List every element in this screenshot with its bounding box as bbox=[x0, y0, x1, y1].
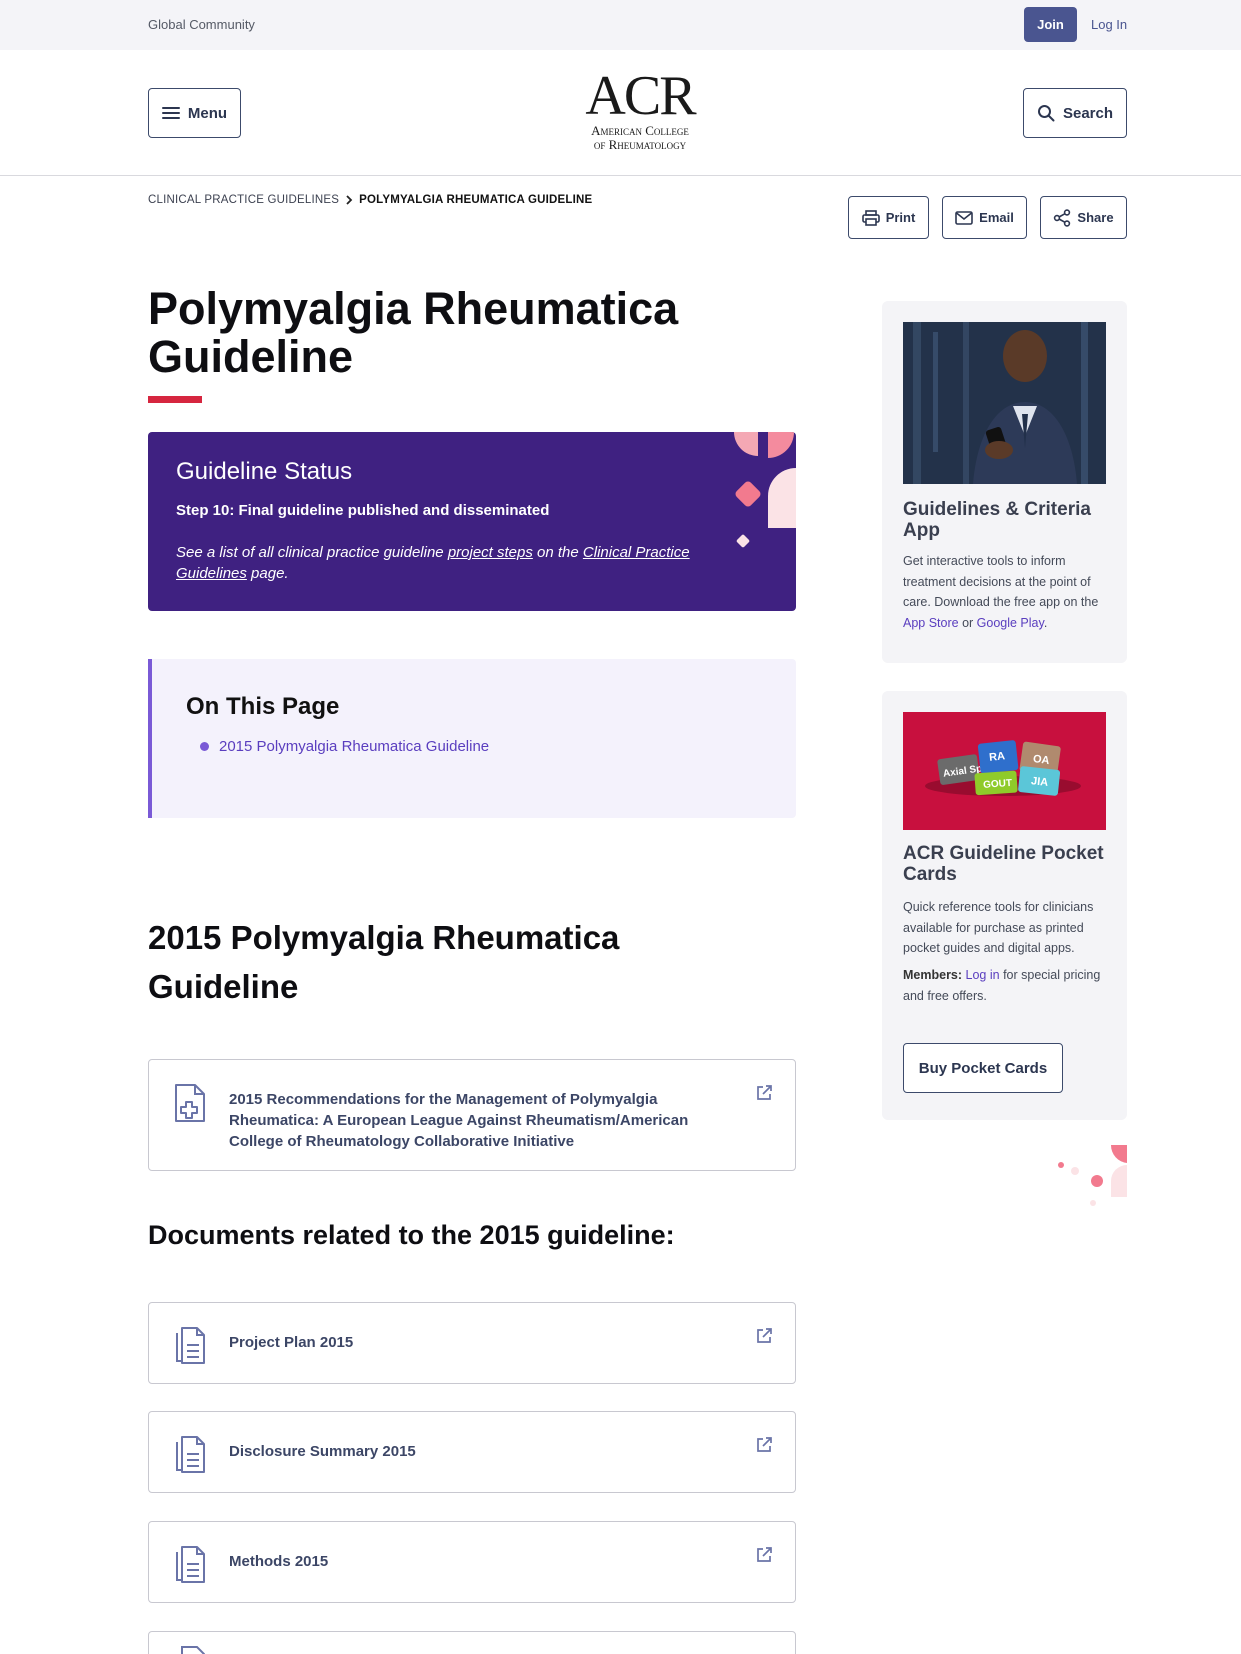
related-document-link[interactable]: Disclosure Summary 2015 bbox=[148, 1411, 796, 1493]
on-this-page-link[interactable]: 2015 Polymyalgia Rheumatica Guideline bbox=[219, 738, 489, 755]
search-icon bbox=[1037, 105, 1055, 122]
breadcrumb-current: POLYMYALGIA RHEUMATICA GUIDELINE bbox=[359, 194, 593, 206]
related-document-link-partial[interactable] bbox=[148, 1631, 796, 1654]
hamburger-icon bbox=[161, 107, 180, 119]
on-this-page: On This Page 2015 Polymyalgia Rheumatica… bbox=[148, 659, 796, 818]
login-link[interactable]: Log In bbox=[1091, 17, 1127, 32]
acr-logo[interactable]: ACR American College of Rheumatology bbox=[570, 68, 710, 152]
menu-label: Menu bbox=[187, 104, 228, 122]
menu-button[interactable]: Menu bbox=[148, 88, 241, 138]
app-end: . bbox=[1043, 615, 1048, 630]
search-button[interactable]: Search bbox=[1023, 88, 1127, 138]
app-text: Get interactive tools to inform treatmen… bbox=[903, 554, 1099, 609]
documents-icon bbox=[176, 1436, 205, 1473]
pocket-cards-title: ACR Guideline Pocket Cards bbox=[903, 843, 1104, 885]
status-note: See a list of all clinical practice guid… bbox=[176, 542, 736, 584]
decorative-shapes bbox=[734, 432, 796, 548]
print-label: Print bbox=[885, 210, 916, 225]
pocket-cards-text: Quick reference tools for clinicians ava… bbox=[903, 900, 1094, 955]
main-document-link[interactable]: 2015 Recommendations for the Management … bbox=[148, 1059, 796, 1171]
note-prefix: See a list of all clinical practice guid… bbox=[176, 544, 448, 561]
section-title: 2015 Polymyalgia Rheumatica Guideline bbox=[148, 919, 620, 1005]
logo-acr: ACR bbox=[585, 65, 696, 127]
on-this-page-heading: On This Page bbox=[186, 693, 340, 720]
share-label: Share bbox=[1077, 210, 1114, 225]
app-card-text: Get interactive tools to inform treatmen… bbox=[903, 551, 1108, 633]
members-login-link[interactable]: Log in bbox=[966, 968, 1000, 982]
related-document-link[interactable]: Methods 2015 bbox=[148, 1521, 796, 1603]
medical-document-icon bbox=[175, 1084, 205, 1122]
note-mid: on the bbox=[532, 544, 583, 561]
breadcrumb: CLINICAL PRACTICE GUIDELINES POLYMYALGIA… bbox=[148, 194, 592, 206]
email-label: Email bbox=[979, 210, 1014, 225]
main-document-title: 2015 Recommendations for the Management … bbox=[229, 1091, 689, 1150]
related-document-link[interactable]: Project Plan 2015 bbox=[148, 1302, 796, 1384]
google-play-link[interactable]: Google Play bbox=[977, 616, 1044, 630]
external-link-icon bbox=[757, 1437, 772, 1452]
guideline-status-panel: Guideline Status Step 10: Final guidelin… bbox=[148, 432, 796, 611]
join-button[interactable]: Join bbox=[1024, 7, 1077, 42]
app-store-link[interactable]: App Store bbox=[903, 616, 959, 630]
utility-bar: Global Community Join Log In bbox=[0, 0, 1241, 50]
pocket-cards-illustration: Axial SpA RA OA GOUT JIA bbox=[903, 712, 1106, 830]
app-or: or bbox=[958, 615, 977, 630]
app-promo-image bbox=[903, 322, 1106, 484]
email-button[interactable]: Email bbox=[942, 196, 1027, 239]
external-link-icon bbox=[757, 1328, 772, 1343]
printer-icon bbox=[861, 209, 880, 226]
decorative-dots bbox=[1058, 1145, 1127, 1206]
tile-gout: GOUT bbox=[983, 778, 1013, 791]
external-link-icon bbox=[757, 1547, 772, 1562]
breadcrumb-parent[interactable]: CLINICAL PRACTICE GUIDELINES bbox=[148, 194, 339, 206]
share-button[interactable]: Share bbox=[1040, 196, 1127, 239]
site-header: Menu ACR American College of Rheumatolog… bbox=[0, 50, 1241, 176]
pocket-cards-card: Axial SpA RA OA GOUT JIA ACR Guideline P… bbox=[882, 691, 1127, 1120]
search-label: Search bbox=[1062, 104, 1114, 122]
envelope-icon bbox=[955, 210, 973, 225]
external-link-icon bbox=[757, 1085, 772, 1100]
app-card-title: Guidelines & Criteria App bbox=[903, 499, 1091, 541]
tile-jia: JIA bbox=[1030, 775, 1048, 789]
related-document-title: Disclosure Summary 2015 bbox=[229, 1443, 416, 1460]
app-promo-card: Guidelines & Criteria App Get interactiv… bbox=[882, 301, 1127, 663]
related-document-title: Project Plan 2015 bbox=[229, 1334, 354, 1351]
pocket-cards-image: Axial SpA RA OA GOUT JIA bbox=[903, 712, 1106, 830]
print-button[interactable]: Print bbox=[848, 196, 929, 239]
note-suffix: page. bbox=[246, 565, 289, 582]
tile-ra: RA bbox=[989, 750, 1006, 764]
documents-icon bbox=[176, 1327, 205, 1364]
pocket-cards-members: Members: Log in for special pricing and … bbox=[903, 965, 1108, 1006]
project-steps-link[interactable]: project steps bbox=[448, 544, 533, 561]
share-icon bbox=[1054, 208, 1071, 227]
related-documents-heading: Documents related to the 2015 guideline: bbox=[148, 1220, 675, 1250]
documents-icon bbox=[176, 1546, 205, 1583]
global-community-link[interactable]: Global Community bbox=[148, 17, 255, 32]
bullet-dot-icon bbox=[200, 742, 209, 751]
members-label: Members: bbox=[903, 968, 963, 982]
title-accent-bar bbox=[148, 396, 202, 403]
chevron-right-icon bbox=[346, 195, 353, 205]
on-this-page-item[interactable]: 2015 Polymyalgia Rheumatica Guideline bbox=[200, 738, 489, 755]
page-title: Polymyalgia Rheumatica Guideline bbox=[148, 283, 679, 382]
tile-oa: OA bbox=[1032, 753, 1050, 767]
logo-line2: of Rheumatology bbox=[593, 137, 687, 152]
man-with-phone-illustration bbox=[903, 322, 1106, 484]
status-heading: Guideline Status bbox=[176, 458, 353, 485]
related-document-title: Methods 2015 bbox=[229, 1553, 329, 1570]
documents-icon bbox=[181, 1646, 205, 1654]
status-step: Step 10: Final guideline published and d… bbox=[176, 502, 550, 519]
buy-pocket-cards-button[interactable]: Buy Pocket Cards bbox=[903, 1043, 1063, 1093]
